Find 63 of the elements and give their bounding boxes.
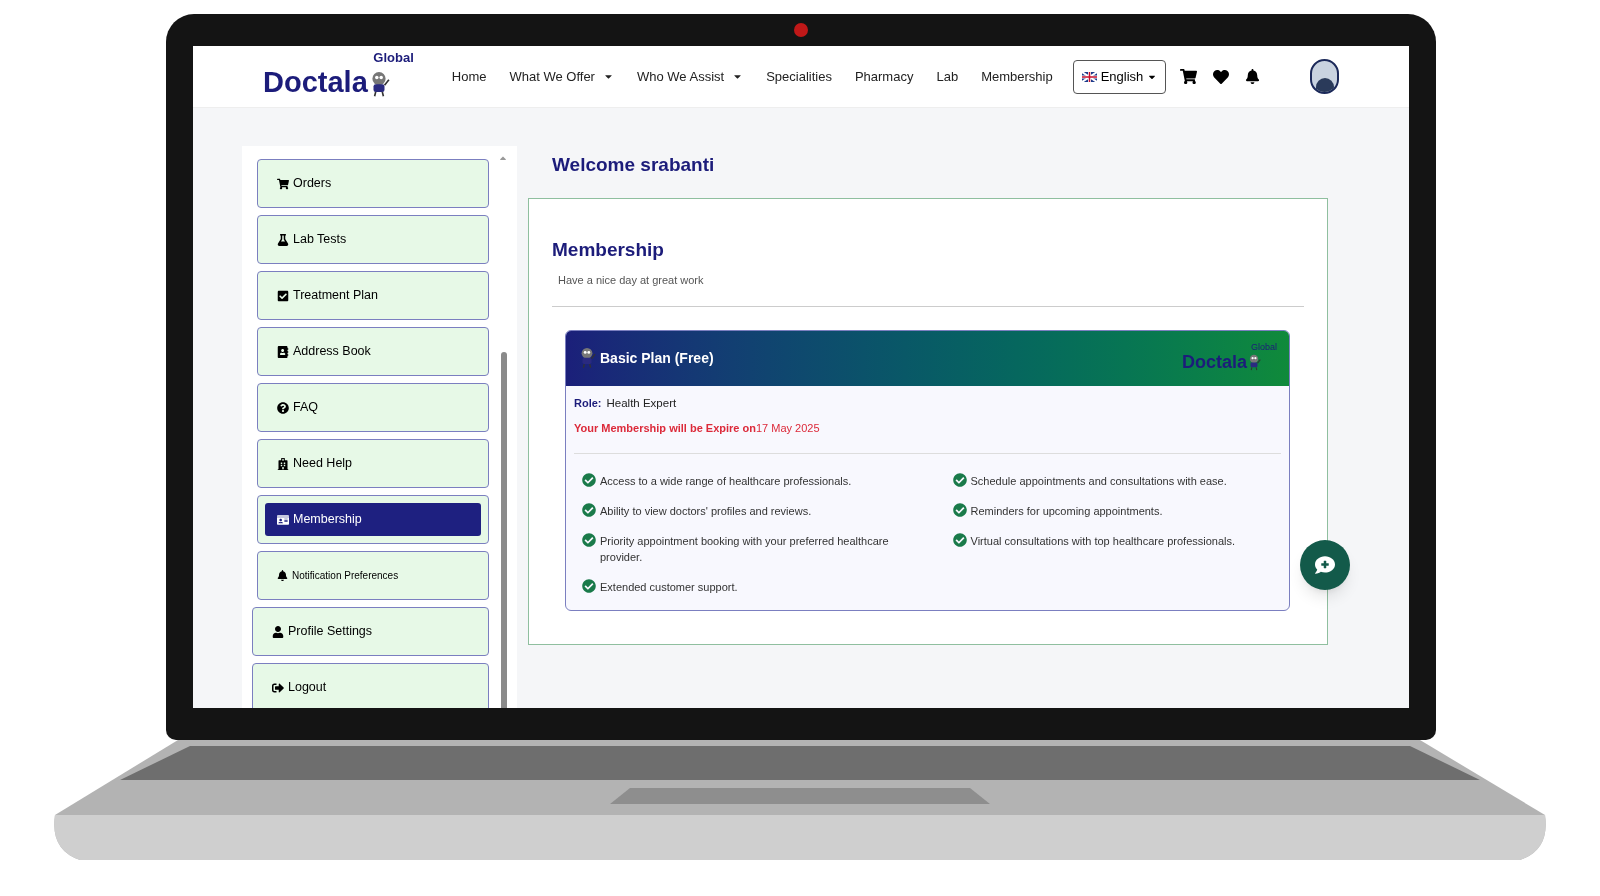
feature-text: Ability to view doctors' profiles and reviews. <box>600 504 812 520</box>
scrollbar-thumb[interactable] <box>501 352 507 708</box>
sidebar-icon <box>277 233 289 246</box>
sidebar-icon <box>277 401 289 414</box>
logo-wordmark: Doctala <box>1181 353 1247 371</box>
chat-icon <box>1315 555 1335 575</box>
language-dropdown[interactable]: English <box>1072 59 1167 94</box>
sidebar-item[interactable]: FAQ <box>257 383 489 432</box>
logo-wordmark: Doctala <box>263 68 368 97</box>
sidebar-item[interactable]: Address Book <box>257 327 489 376</box>
feature-text: Schedule appointments and consultations with ease. <box>970 474 1227 490</box>
logo-tag: Global <box>373 48 414 68</box>
sidebar-icon <box>277 177 289 190</box>
chat-button[interactable] <box>1300 540 1350 590</box>
sidebar-icon <box>277 289 289 302</box>
check-icon <box>952 503 967 518</box>
sidebar-icon <box>277 513 289 526</box>
avatar[interactable] <box>1310 59 1339 94</box>
role-label: Role: <box>574 395 602 411</box>
check-icon <box>952 533 967 548</box>
expiry-notice: Your Membership will be Expire on17 May 2025 <box>574 420 821 436</box>
mascot-icon <box>1247 354 1261 371</box>
feature-text: Access to a wide range of healthcare professionals. <box>600 474 852 490</box>
sidebar-item[interactable]: Notification Preferences <box>257 551 489 600</box>
check-icon <box>582 503 596 518</box>
feature-text: Virtual consultations with top healthcare professionals. <box>970 534 1236 550</box>
sidebar-item[interactable]: Lab Tests <box>257 215 489 264</box>
check-icon <box>582 473 596 488</box>
sidebar-item[interactable]: Membership <box>257 495 489 544</box>
cart-icon[interactable] <box>1180 68 1198 85</box>
sidebar-icon <box>277 345 289 358</box>
sidebar-icon <box>272 681 284 694</box>
sidebar-item[interactable]: Logout <box>252 663 489 708</box>
sidebar-item[interactable]: Need Help <box>257 439 489 488</box>
nav-link[interactable]: Who We Assist <box>636 66 744 87</box>
check-icon <box>952 473 967 488</box>
check-icon <box>582 533 596 548</box>
logo-tag: Global <box>1251 341 1277 355</box>
welcome-heading: Welcome srabanti <box>552 153 716 177</box>
nav-link[interactable]: Pharmacy <box>854 66 914 87</box>
camera-icon <box>794 23 808 37</box>
nav-link[interactable]: Home <box>451 66 487 87</box>
sidebar-icon <box>277 570 288 581</box>
sidebar-item[interactable]: Orders <box>257 159 489 208</box>
feature-text: Priority appointment booking with your preferred healthcare provider. <box>600 534 890 566</box>
nav-link[interactable]: What We Offer <box>509 66 614 87</box>
sidebar-item[interactable]: Treatment Plan <box>257 271 489 320</box>
sidebar-item[interactable]: Profile Settings <box>252 607 489 656</box>
notification-icon[interactable] <box>1245 69 1261 84</box>
plan-title: Basic Plan (Free) <box>600 348 714 368</box>
nav-link[interactable]: Specialities <box>766 66 832 87</box>
section-title: Membership <box>552 237 665 262</box>
nav-link[interactable]: Membership <box>981 66 1053 87</box>
check-icon <box>582 579 596 594</box>
feature-text: Reminders for upcoming appointments. <box>970 504 1163 520</box>
sidebar-icon <box>272 625 284 638</box>
role-value: Health Expert <box>606 395 677 411</box>
flag-icon <box>1081 71 1097 82</box>
nav-link[interactable]: Lab <box>936 66 959 87</box>
heart-icon[interactable] <box>1213 68 1230 85</box>
sidebar-icon <box>277 457 289 470</box>
section-subtitle: Have a nice day at great work <box>558 273 705 288</box>
feature-text: Extended customer support. <box>600 580 738 596</box>
